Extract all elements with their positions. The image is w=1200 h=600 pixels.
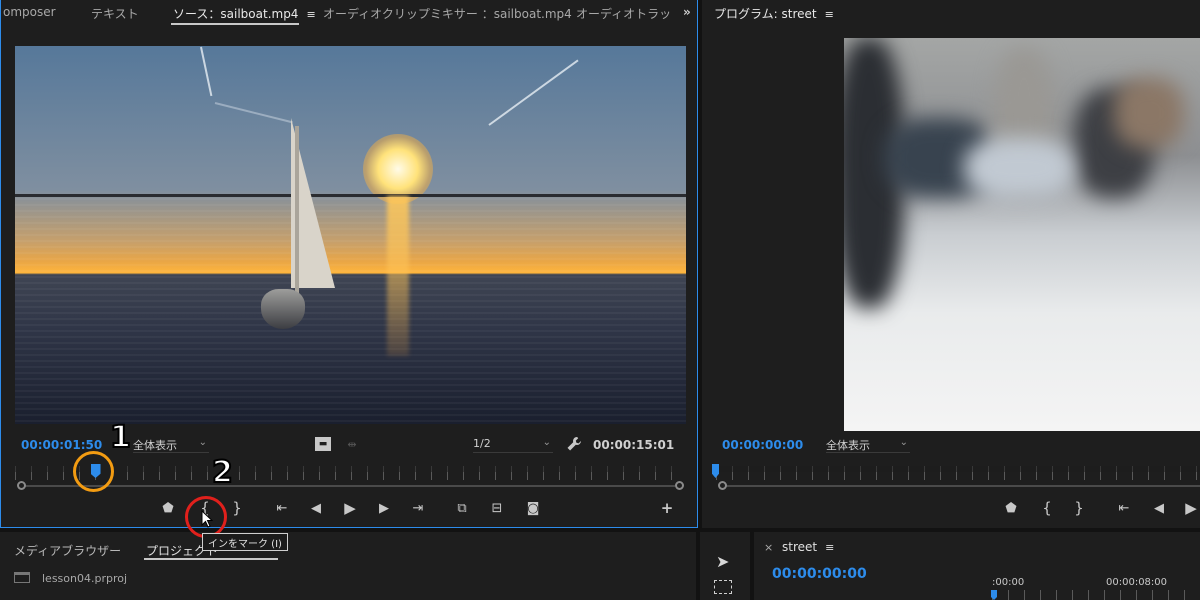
contrail [488,59,579,126]
close-icon[interactable]: × [764,541,773,554]
callout-number-1: 1 [109,419,132,456]
chevron-down-icon: ⌄ [198,437,207,448]
project-panel: メディアブラウザー プロジェクト lesson04.prproj [0,532,696,600]
play-button[interactable]: ▶ [339,500,361,516]
tab-source[interactable]: ソース：sailboat.mp4 ≡ [173,5,316,22]
mark-out-button[interactable]: } [226,500,248,516]
project-file-name: lesson04.prproj [42,572,128,585]
sailboat-mast [295,126,299,296]
chevron-down-icon: ⌄ [542,437,551,448]
program-zoom-dropdown[interactable]: 全体表示 ⌄ [826,437,910,453]
tab-timeline-street[interactable]: street ≡ [782,540,834,554]
add-button-plus-icon[interactable]: + [656,500,678,516]
selection-tool-icon[interactable]: ➤ [716,552,729,571]
step-back-button[interactable]: ◀ [1148,501,1170,517]
go-to-in-button[interactable]: ⇤ [1113,501,1135,517]
program-video-frame [844,38,1200,431]
source-monitor-panel: omposer テキスト ソース：sailboat.mp4 ≡ オーディオクリップ… [0,0,698,528]
tools-panel: ➤ [700,532,750,600]
program-tab-bar: プログラム: street ≡ [702,0,1200,26]
source-scroll-handle-left[interactable] [17,481,26,490]
resolution-dropdown[interactable]: 1/2 ⌄ [473,437,553,453]
callout-circle-1 [73,451,114,492]
contrail [200,46,213,97]
source-tab-bar: omposer テキスト ソース：sailboat.mp4 ≡ オーディオクリップ… [1,0,697,26]
program-scroll-handle-left[interactable] [718,481,727,490]
source-timecode-in[interactable]: 00:00:01:50 [21,438,102,452]
go-to-out-button[interactable]: ⇥ [407,501,429,517]
chevron-down-icon: ⌄ [899,437,908,448]
source-zoom-label: 全体表示 [133,439,177,452]
ruler-shade [716,466,1200,472]
project-file-icon [14,572,30,583]
tab-media-browser[interactable]: メディアブラウザー [14,542,121,559]
program-timecode[interactable]: 00:00:00:00 [722,438,803,452]
tab-program[interactable]: プログラム: street ≡ [714,5,834,22]
play-button[interactable]: ▶ [1180,500,1200,516]
add-marker-button[interactable]: ⬟ [157,501,179,517]
horizon [15,194,686,197]
overwrite-button[interactable]: ⊟ [486,501,508,517]
menu-icon[interactable]: ≡ [306,8,315,21]
sun-reflection [387,196,409,356]
export-frame-camera-icon[interactable]: ◙ [522,501,544,517]
water-ripples [15,198,686,424]
step-back-button[interactable]: ◀ [305,501,327,517]
step-forward-button[interactable]: ▶ [373,501,395,517]
timeline-time-ruler[interactable] [992,590,1200,600]
program-zoom-label: 全体表示 [826,439,870,452]
tab-text[interactable]: テキスト [91,5,139,22]
timeline-panel: × street ≡ 00:00:00:00 :00:00 00:00:08:00 [754,532,1200,600]
timeline-tab-label: street [782,540,818,554]
ruler-label: :00:00 [992,577,1025,588]
tab-audio-clip-mixer[interactable]: オーディオクリップミキサー ：sailboat.mp4 [323,5,572,22]
audio-waveform-icon[interactable]: ⇹ [341,437,363,453]
active-tab-underline [171,23,299,25]
ruler-shade [15,466,686,472]
track-select-tool-icon[interactable] [714,580,732,594]
program-monitor-panel: プログラム: street ≡ 00:00:00:00 全体表示 ⌄ ⬟ { } … [702,0,1200,528]
timeline-timecode[interactable]: 00:00:00:00 [772,566,867,582]
source-zoom-dropdown[interactable]: 全体表示 ⌄ [133,437,209,453]
resolution-label: 1/2 [473,437,491,450]
insert-button[interactable]: ⧉ [451,501,473,517]
mouse-cursor-icon [201,510,213,528]
menu-icon[interactable]: ≡ [825,8,834,21]
source-timecode-duration: 00:00:15:01 [593,438,675,452]
source-video-frame [15,46,686,424]
mark-out-button[interactable]: } [1068,500,1090,516]
menu-icon[interactable]: ≡ [825,541,834,554]
wrench-icon[interactable] [566,436,582,452]
drop-frame-icon[interactable]: ▬ [315,437,331,451]
tab-overflow-icon[interactable]: » [683,5,691,19]
sailboat-hull [261,289,305,329]
add-marker-button[interactable]: ⬟ [1000,501,1022,517]
program-zoom-scrollbar[interactable] [726,485,1200,487]
tab-source-label: ソース：sailboat.mp4 [173,7,299,21]
tab-audio-track[interactable]: オーディオトラッ [576,5,671,22]
go-to-in-button[interactable]: ⇤ [271,501,293,517]
tab-program-label: プログラム: street [714,7,817,21]
callout-number-2: 2 [211,454,234,491]
blurred-person-head [1114,78,1184,148]
active-tab-underline [144,558,278,560]
contrail [214,102,293,124]
mark-in-button[interactable]: { [1036,500,1058,516]
tooltip: インをマーク (I) [202,533,288,551]
source-zoom-scrollbar[interactable] [25,485,675,487]
blurred-window [964,138,1074,198]
ruler-label: 00:00:08:00 [1106,577,1168,588]
source-scroll-handle-right[interactable] [675,481,684,490]
tab-composer[interactable]: omposer [3,5,56,19]
